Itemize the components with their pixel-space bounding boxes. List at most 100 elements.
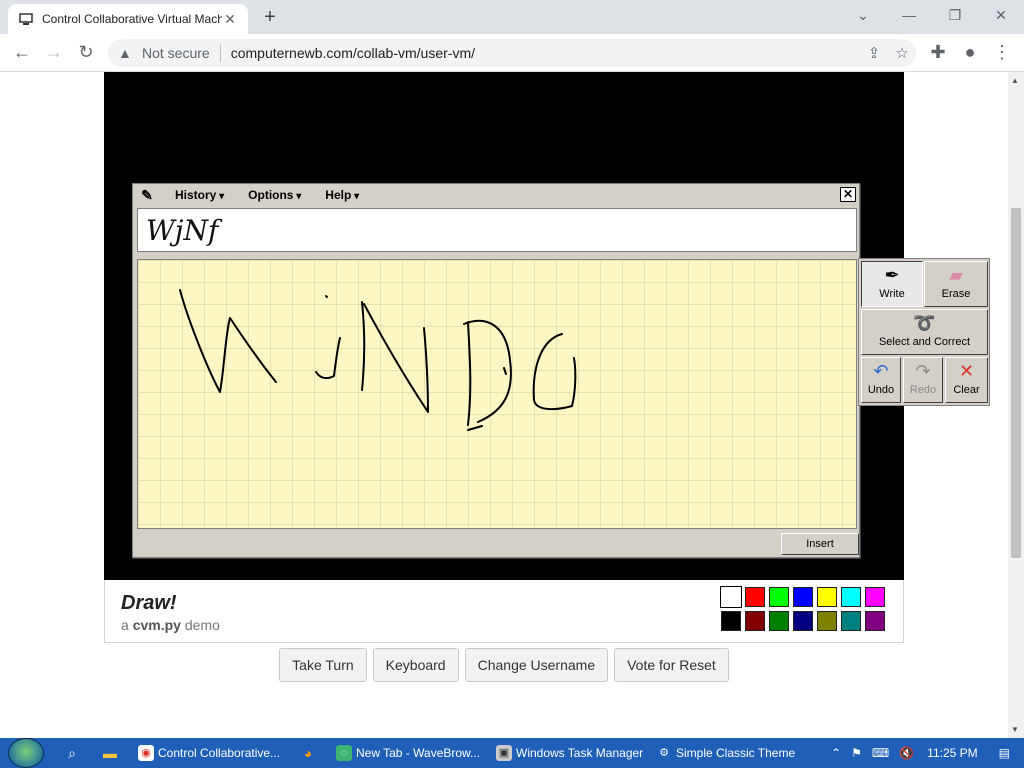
color-swatch[interactable]	[769, 611, 789, 631]
menu-help[interactable]: Help	[325, 188, 359, 202]
taskbar-item-classic-theme[interactable]: ⚙ Simple Classic Theme	[656, 741, 806, 765]
action-center-flag-icon[interactable]: ⚑	[851, 746, 862, 760]
color-swatch[interactable]	[745, 611, 765, 631]
classic-theme-icon: ⚙	[659, 747, 669, 759]
taskbar-item-chrome[interactable]: ◉ Control Collaborative...	[138, 741, 288, 765]
clear-button[interactable]: ✕ Clear	[945, 357, 988, 403]
insert-button[interactable]: Insert	[781, 533, 859, 555]
x-icon: ✕	[958, 361, 975, 381]
pen-icon: ✒	[884, 265, 900, 285]
erase-button[interactable]: ▰ Erase	[924, 261, 988, 307]
menu-kebab-icon[interactable]: ⋮	[990, 41, 1014, 65]
color-swatch[interactable]	[817, 587, 837, 607]
bookmark-star-icon[interactable]: ☆	[888, 44, 916, 62]
tip-menubar: ✎ History Options Help	[133, 184, 859, 206]
redo-label: Redo	[909, 384, 937, 396]
taskbar-item-label: Windows Task Manager	[516, 746, 644, 760]
redo-icon: ↷	[915, 361, 931, 381]
handwriting-ink	[179, 289, 577, 431]
network-icon[interactable]: ⌨	[872, 746, 889, 760]
color-swatch[interactable]	[720, 586, 742, 608]
pen-tablet-icon: ✎	[141, 186, 153, 203]
color-swatch[interactable]	[865, 587, 885, 607]
browser-tab[interactable]: Control Collaborative Virtual Machi ✕	[8, 4, 248, 34]
undo-button[interactable]: ↶ Undo	[861, 357, 901, 403]
close-window-button[interactable]: ✕	[978, 4, 1024, 28]
redo-button[interactable]: ↷ Redo	[903, 357, 943, 403]
scroll-down-icon[interactable]: ▼	[1011, 725, 1019, 734]
vm-favicon-icon	[18, 11, 34, 27]
color-swatch[interactable]	[793, 611, 813, 631]
scroll-up-icon[interactable]: ▲	[1011, 76, 1019, 85]
scroll-thumb[interactable]	[1011, 208, 1021, 558]
color-swatch[interactable]	[793, 587, 813, 607]
write-label: Write	[879, 288, 905, 300]
select-correct-button[interactable]: ➰ Select and Correct	[861, 309, 988, 355]
address-bar[interactable]: ▲ Not secure computernewb.com/collab-vm/…	[108, 39, 916, 67]
color-swatch[interactable]	[841, 587, 861, 607]
menu-history[interactable]: History	[175, 188, 224, 202]
not-secure-label[interactable]: Not secure	[142, 45, 210, 61]
divider	[219, 44, 221, 62]
vm-info-card: Draw! a cvm.py demo	[104, 580, 904, 643]
vm-subtitle: a cvm.py demo	[121, 617, 220, 633]
start-button[interactable]	[8, 738, 44, 768]
minimize-button[interactable]: —	[886, 4, 932, 28]
forward-icon[interactable]: →	[42, 41, 66, 65]
share-icon[interactable]: ⇪	[860, 44, 888, 62]
writing-pad[interactable]	[137, 259, 857, 529]
taskbar-item-wavebrowser[interactable]: ◌ New Tab - WaveBrow...	[336, 741, 486, 765]
color-swatch[interactable]	[769, 587, 789, 607]
tip-close-button[interactable]: ✕	[840, 187, 856, 202]
notifications-icon[interactable]: ▤	[999, 746, 1010, 760]
extensions-icon[interactable]: ✚	[926, 41, 950, 65]
new-tab-button[interactable]: +	[258, 6, 282, 30]
tip-tools: ✒ Write ▰ Erase ➰ Select and Correct ↶ U…	[858, 258, 990, 406]
profile-avatar-icon[interactable]: ●	[958, 41, 982, 65]
clear-label: Clear	[953, 384, 980, 396]
change-username-button[interactable]: Change Username	[464, 648, 609, 682]
color-palette	[720, 586, 889, 631]
search-icon[interactable]: ⌕	[62, 743, 82, 763]
lasso-icon: ➰	[913, 313, 936, 333]
tab-close-icon[interactable]: ✕	[222, 11, 238, 28]
browser-toolbar: ← → ↻ ▲ Not secure computernewb.com/coll…	[0, 34, 1024, 72]
file-explorer-icon[interactable]: ▬	[100, 743, 120, 763]
color-swatch[interactable]	[817, 611, 837, 631]
eraser-icon: ▰	[949, 265, 963, 285]
erase-label: Erase	[941, 288, 971, 300]
clock[interactable]: 11:25 PM	[927, 746, 977, 760]
vote-reset-button[interactable]: Vote for Reset	[614, 648, 729, 682]
menu-options[interactable]: Options	[248, 188, 301, 202]
select-label: Select and Correct	[878, 336, 971, 348]
tablet-input-panel: ✎ History Options Help ✕ WjNf Insert	[132, 183, 860, 558]
page-scrollbar[interactable]: ▲ ▼	[1008, 72, 1024, 738]
taskbar-item-label: Simple Classic Theme	[676, 746, 796, 760]
firefox-icon[interactable]: ◕	[298, 743, 318, 763]
tab-title: Control Collaborative Virtual Machi	[42, 12, 222, 26]
brand-name: cvm.py	[132, 617, 181, 633]
take-turn-button[interactable]: Take Turn	[279, 648, 367, 682]
tray-chevron-icon[interactable]: ⌃	[831, 746, 841, 760]
write-button[interactable]: ✒ Write	[861, 261, 923, 307]
keyboard-button[interactable]: Keyboard	[372, 648, 459, 682]
back-icon[interactable]: ←	[10, 41, 34, 65]
color-swatch[interactable]	[865, 611, 885, 631]
color-swatch[interactable]	[721, 611, 741, 631]
reload-icon[interactable]: ↻	[74, 41, 98, 65]
tab-search-icon[interactable]: ⌄	[840, 4, 886, 28]
page: ✎ History Options Help ✕ WjNf Insert	[0, 72, 1024, 738]
tab-strip: Control Collaborative Virtual Machi ✕ + …	[0, 0, 1024, 34]
taskbar: ⌕ ▬ ◉ Control Collaborative... ◕ ◌ New T…	[0, 738, 1024, 768]
system-tray: ⌃ ⚑ ⌨ 🔇 11:25 PM ▤	[826, 738, 1024, 768]
vm-button-row: Take Turn Keyboard Change Username Vote …	[0, 648, 1008, 682]
color-swatch[interactable]	[841, 611, 861, 631]
taskbar-item-label: New Tab - WaveBrow...	[356, 746, 481, 760]
volume-muted-icon[interactable]: 🔇	[899, 746, 914, 760]
taskbar-item-taskmanager[interactable]: ▣ Windows Task Manager	[496, 741, 648, 765]
restore-button[interactable]: ❐	[932, 4, 978, 28]
url-text[interactable]: computernewb.com/collab-vm/user-vm/	[231, 45, 860, 61]
vm-title: Draw!	[121, 592, 177, 614]
color-swatch[interactable]	[745, 587, 765, 607]
chrome-icon: ◉	[138, 745, 154, 761]
